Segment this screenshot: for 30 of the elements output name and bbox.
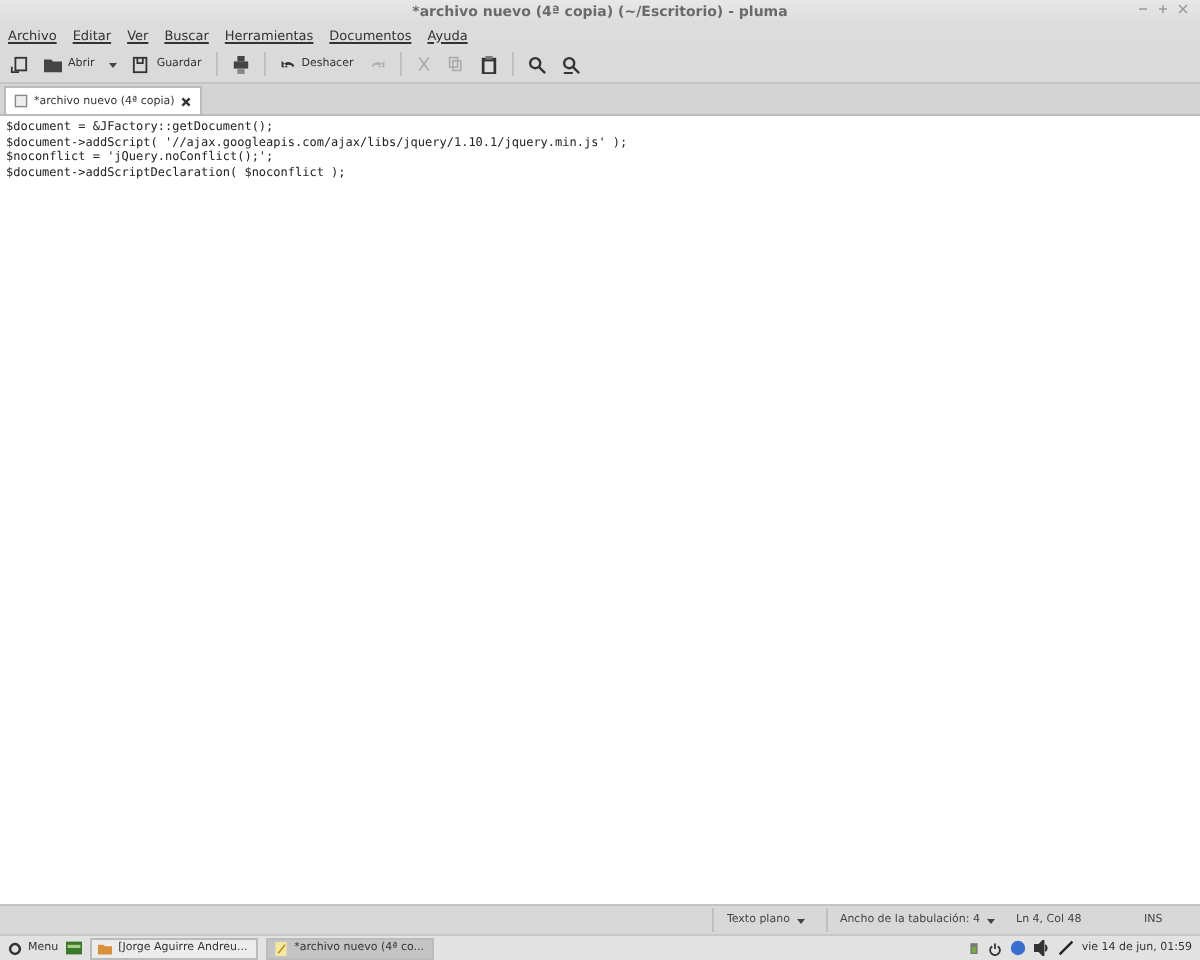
search-replace-icon [561, 55, 580, 73]
toolbar-button[interactable] [525, 53, 548, 75]
scissors-icon [415, 56, 432, 72]
minimize-icon [1138, 4, 1148, 14]
toolbar-button[interactable] [559, 53, 582, 75]
close-icon [1178, 4, 1188, 14]
folder-icon [44, 55, 62, 73]
toolbar-button[interactable] [229, 53, 252, 75]
printer-icon [231, 55, 250, 73]
folder-icon [98, 941, 113, 955]
clipboard-icon [479, 55, 498, 73]
battery-icon [967, 940, 980, 956]
redo-icon [369, 56, 386, 72]
new-document-icon [10, 55, 28, 73]
speaker-icon [1033, 940, 1050, 956]
text-editor-icon [274, 941, 289, 955]
undo-icon [279, 56, 296, 72]
dropdown-caret-icon [795, 915, 806, 925]
save-icon [132, 55, 151, 73]
maximize-icon [1158, 4, 1168, 14]
close-icon [180, 95, 193, 107]
dropdown-caret-icon [108, 59, 119, 69]
toolbar-button[interactable] [477, 53, 500, 75]
power-icon [987, 941, 1002, 955]
toolbar-button[interactable] [8, 53, 30, 75]
document-icon [14, 94, 28, 108]
copy-icon [447, 56, 464, 72]
dropdown-caret-icon [986, 915, 996, 925]
show-desktop-icon [66, 940, 83, 956]
search-icon [527, 55, 546, 73]
